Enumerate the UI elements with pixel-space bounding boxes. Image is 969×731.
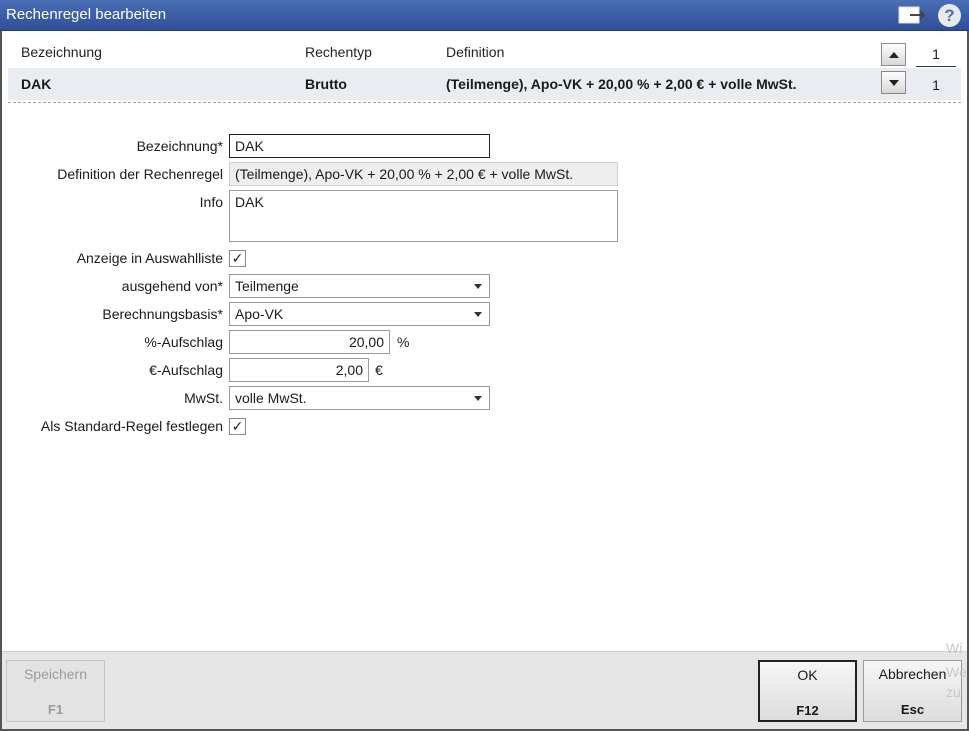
help-icon[interactable]: ? xyxy=(938,4,961,27)
euro-input[interactable]: 2,00 xyxy=(229,358,369,382)
ok-button-key: F12 xyxy=(796,703,819,718)
basis-value: Apo-VK xyxy=(235,306,284,322)
label-basis: Berechnungsbasis* xyxy=(102,306,223,322)
watermark-line-1: Wi xyxy=(946,640,963,656)
standard-checkbox[interactable]: ✓ xyxy=(229,418,246,435)
definition-field: (Teilmenge), Apo-VK + 20,00 % + 2,00 € +… xyxy=(229,162,618,186)
prozent-input[interactable]: 20,00 xyxy=(229,330,390,354)
page-total: 1 xyxy=(932,77,940,93)
label-ausgehend: ausgehend von* xyxy=(121,278,223,294)
label-definition: Definition der Rechenregel xyxy=(57,166,223,182)
arrow-up-icon xyxy=(888,51,899,58)
column-header-bezeichnung[interactable]: Bezeichnung xyxy=(21,44,102,60)
list-divider xyxy=(8,102,961,103)
table-row-selected[interactable]: DAK Brutto (Teilmenge), Apo-VK + 20,00 %… xyxy=(8,68,961,100)
page-current: 1 xyxy=(932,46,940,62)
save-button-key: F1 xyxy=(47,702,64,717)
export-icon[interactable] xyxy=(898,5,928,25)
prozent-unit: % xyxy=(397,334,410,350)
anzeige-checkbox[interactable]: ✓ xyxy=(229,250,246,267)
ausgehend-value: Teilmenge xyxy=(235,278,299,294)
column-header-definition[interactable]: Definition xyxy=(446,44,504,60)
scroll-down-button[interactable] xyxy=(881,71,906,94)
label-bezeichnung: Bezeichnung* xyxy=(136,138,223,154)
bezeichnung-input[interactable]: DAK xyxy=(229,134,490,158)
row-rechentyp: Brutto xyxy=(305,76,347,92)
ausgehend-select[interactable]: Teilmenge xyxy=(229,274,490,298)
save-button-label: Speichern xyxy=(23,666,88,682)
page-divider xyxy=(916,66,956,67)
label-anzeige: Anzeige in Auswahlliste xyxy=(76,250,223,266)
window-title: Rechenregel bearbeiten xyxy=(6,6,167,23)
ok-button[interactable]: OK F12 xyxy=(758,660,857,722)
basis-select[interactable]: Apo-VK xyxy=(229,302,490,326)
title-bar: Rechenregel bearbeiten ? xyxy=(0,0,969,31)
save-button[interactable]: Speichern F1 xyxy=(6,660,105,722)
euro-unit: € xyxy=(375,362,383,378)
row-bezeichnung: DAK xyxy=(21,76,52,92)
mwst-select[interactable]: volle MwSt. xyxy=(229,386,490,410)
watermark-line-2: We xyxy=(946,664,967,680)
mwst-value: volle MwSt. xyxy=(235,390,307,406)
label-euro: €-Aufschlag xyxy=(149,362,223,378)
watermark-line-3: zu xyxy=(946,684,961,700)
arrow-down-icon xyxy=(888,79,899,86)
label-info: Info xyxy=(199,194,223,210)
label-prozent: %-Aufschlag xyxy=(144,334,223,350)
cancel-button-key: Esc xyxy=(900,702,925,717)
info-textarea[interactable]: DAK xyxy=(229,190,618,242)
column-header-rechentyp[interactable]: Rechentyp xyxy=(305,44,372,60)
label-standard: Als Standard-Regel festlegen xyxy=(40,418,223,434)
label-mwst: MwSt. xyxy=(184,390,223,406)
scroll-up-button[interactable] xyxy=(881,43,906,66)
ok-button-label: OK xyxy=(797,667,818,683)
row-definition: (Teilmenge), Apo-VK + 20,00 % + 2,00 € +… xyxy=(446,76,797,92)
